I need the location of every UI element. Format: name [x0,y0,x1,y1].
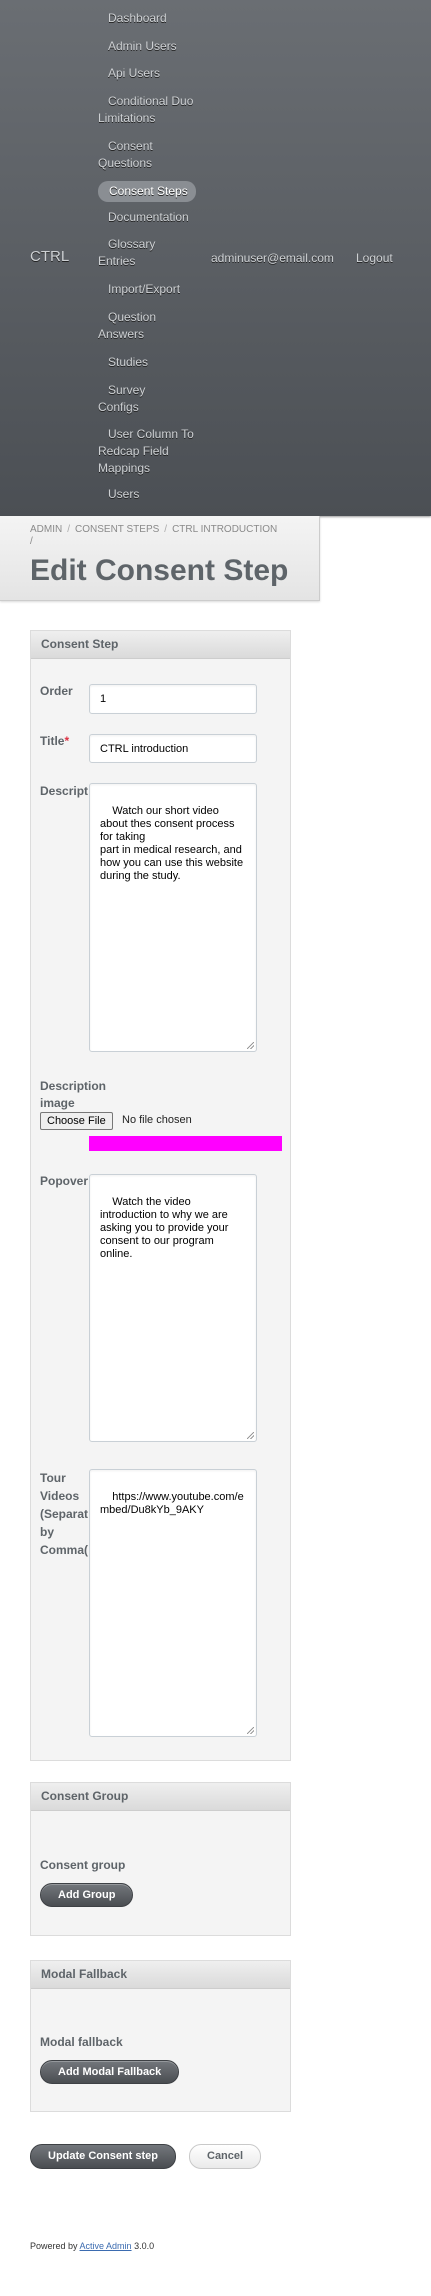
description-image-label: Description image [40,1079,107,1110]
nav-item-user-column-to-redcap-field-mappings[interactable]: User Column To Redcap Field Mappings [98,426,198,477]
title-input[interactable]: CTRL introduction [89,734,257,763]
cancel-button[interactable]: Cancel [189,2144,262,2169]
site-title[interactable]: CTRL [30,248,69,265]
breadcrumb-ctrl-introduction[interactable]: CTRL INTRODUCTION [172,524,277,535]
footer-prefix: Powered by [30,2241,80,2251]
popover-text: Watch the video introduction to why we a… [100,1196,229,1260]
nav-item-admin-users[interactable]: Admin Users [98,38,208,55]
order-label: Order [40,684,73,698]
choose-file-button[interactable]: Choose File [40,1112,113,1130]
site-header: Dashboard Admin Users Api Users Conditional… [0,0,431,516]
modal-fallback-panel: Modal Fallback Modal fallback Add Modal … [30,1960,291,2112]
modal-fallback-label: Modal fallback [40,2035,123,2049]
breadcrumb-consent-steps[interactable]: CONSENT STEPS [75,524,159,535]
order-input[interactable]: 1 [89,684,257,714]
nav-item-conditional-duo-limitations[interactable]: Conditional Duo Limitations [98,93,198,127]
add-group-button[interactable]: Add Group [40,1883,134,1907]
modal-fallback-legend: Modal Fallback [31,1961,290,1989]
popover-label: Popover [40,1174,89,1188]
no-file-chosen-text: No file chosen [122,1114,192,1126]
tour-videos-textarea[interactable]: https://www.youtube.com/embed/Du8kYb_9AK… [89,1469,257,1737]
title-bar: ADMIN / CONSENT STEPS / CTRL INTRODUCTION / … [0,516,320,601]
consent-group-label: Consent group [40,1858,126,1872]
image-preview-placeholder [89,1136,282,1151]
description-text: Watch our short video about thes consent… [100,805,244,882]
logout-link[interactable]: Logout [356,251,393,265]
nav-item-import-export[interactable]: Import/Export [98,281,208,298]
description-label: Description [40,784,88,798]
nav-item-documentation[interactable]: Documentation [98,209,208,226]
description-textarea[interactable]: Watch our short video about thes consent… [89,783,257,1052]
resize-handle[interactable] [247,1042,254,1049]
resize-handle[interactable] [247,1432,254,1439]
nav-item-consent-questions[interactable]: Consent Questions [98,138,178,172]
nav-item-survey-configs[interactable]: Survey Configs [98,382,178,416]
consent-group-panel: Consent Group Consent group Add Group [30,1782,291,1936]
consent-group-legend: Consent Group [31,1783,290,1811]
popover-textarea[interactable]: Watch the video introduction to why we a… [89,1174,257,1442]
nav-item-dashboard[interactable]: Dashboard [98,10,208,27]
tour-videos-label: Tour Videos (Separated by Comma(,)) [40,1471,88,1557]
current-user-email[interactable]: adminuser@email.com [211,251,334,265]
title-label: Title* [40,734,70,748]
nav-item-glossary-entries[interactable]: Glossary Entries [98,236,178,270]
tour-videos-text: https://www.youtube.com/embed/Du8kYb_9AK… [100,1491,244,1516]
nav-item-users[interactable]: Users [98,486,208,503]
page-title: Edit Consent Step [30,554,289,587]
add-modal-fallback-button[interactable]: Add Modal Fallback [40,2060,180,2084]
breadcrumb: ADMIN / CONSENT STEPS / CTRL INTRODUCTION / [30,524,278,547]
nav-item-api-users[interactable]: Api Users [98,65,208,82]
active-admin-link[interactable]: Active Admin [80,2241,132,2251]
update-consent-step-button[interactable]: Update Consent step [30,2144,177,2169]
footer: Powered by Active Admin 3.0.0 [30,2241,154,2251]
resize-handle[interactable] [247,1727,254,1734]
nav-item-studies[interactable]: Studies [98,354,208,371]
nav-item-question-answers[interactable]: Question Answers [98,309,178,343]
consent-step-legend: Consent Step [31,631,290,659]
breadcrumb-admin[interactable]: ADMIN [30,524,62,535]
nav-item-consent-steps[interactable]: Consent Steps [98,181,196,202]
footer-version: 3.0.0 [131,2241,155,2251]
consent-step-panel: Consent Step Order 1 Title* CTRL introdu… [30,630,291,1761]
breadcrumb-trailing-separator: / [30,536,33,547]
